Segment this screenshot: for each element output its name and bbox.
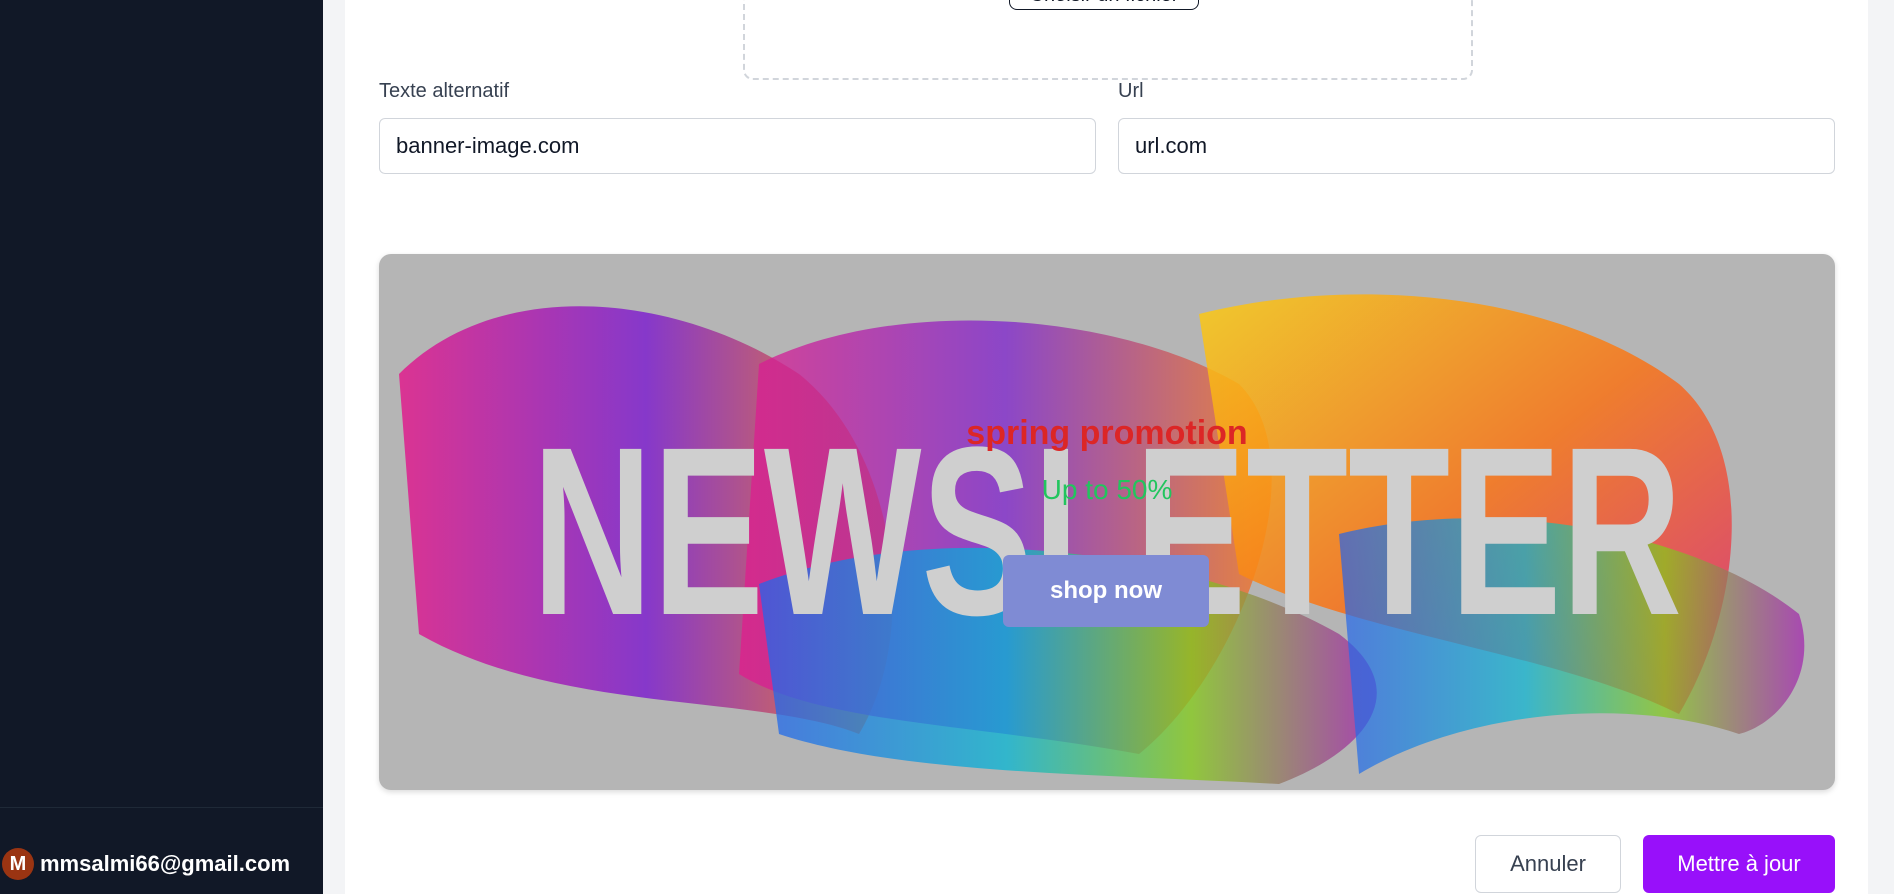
url-label: Url	[1118, 80, 1144, 102]
update-button[interactable]: Mettre à jour	[1643, 835, 1835, 893]
edit-banner-card: Choisir un fichier Texte alternatif Url	[345, 0, 1868, 894]
shop-now-button[interactable]: shop now	[1003, 555, 1209, 627]
banner-image: NEWSLETTER	[399, 294, 1805, 784]
sidebar: M mmsalmi66@gmail.com	[0, 0, 323, 894]
alt-text-label: Texte alternatif	[379, 80, 510, 102]
alt-text-input[interactable]	[379, 118, 1096, 174]
image-dropzone[interactable]: Choisir un fichier	[743, 0, 1473, 80]
banner-preview: NEWSLETTER spring promotion Up to 50% sh…	[379, 254, 1835, 790]
user-menu[interactable]: M mmsalmi66@gmail.com	[2, 848, 290, 880]
sidebar-footer: M mmsalmi66@gmail.com	[0, 807, 323, 894]
avatar: M	[2, 848, 34, 880]
choose-file-button[interactable]: Choisir un fichier	[1009, 0, 1199, 10]
cancel-button[interactable]: Annuler	[1475, 835, 1621, 893]
user-email: mmsalmi66@gmail.com	[40, 851, 291, 876]
url-input[interactable]	[1118, 118, 1835, 174]
banner-title: spring promotion	[966, 414, 1248, 452]
banner-subtitle: Up to 50%	[1041, 474, 1173, 505]
